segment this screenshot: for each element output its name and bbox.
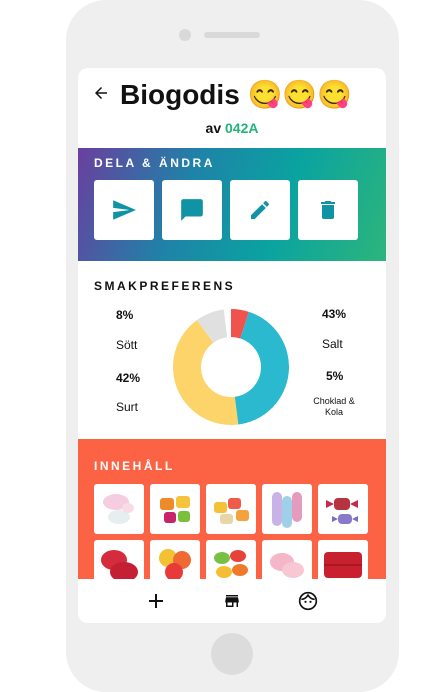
candy-thumbnail[interactable] — [206, 484, 256, 534]
candy-thumbnail[interactable] — [206, 540, 256, 579]
home-button[interactable] — [211, 633, 253, 675]
delete-icon — [321, 201, 335, 219]
share-section-title: DELA & ÄNDRA — [94, 156, 215, 170]
speaker — [204, 32, 260, 38]
app-screen: Biogodis 😋😋😋 av 042A DELA & ÄNDRA SMAKPR… — [78, 68, 386, 623]
candy-thumbnail[interactable] — [94, 484, 144, 534]
author-prefix: av — [205, 120, 222, 136]
content-section: INNEHÅLL — [78, 439, 386, 579]
content-section-title: INNEHÅLL — [94, 459, 175, 473]
camera — [179, 29, 191, 41]
taste-section-title: SMAKPREFERENS — [94, 279, 236, 293]
candy-thumbnail[interactable] — [262, 484, 312, 534]
bottom-nav — [78, 579, 386, 623]
candy-thumbnail[interactable] — [318, 540, 368, 579]
add-icon[interactable] — [144, 589, 168, 613]
send-icon — [113, 200, 136, 220]
candy-thumbnail[interactable] — [262, 540, 312, 579]
candy-thumbnail[interactable] — [318, 484, 368, 534]
share-section: DELA & ÄNDRA — [78, 148, 386, 261]
header: Biogodis 😋😋😋 av 042A — [78, 68, 386, 148]
taste-section: SMAKPREFERENS 8% Sött 42% Surt 43% Salt … — [78, 261, 386, 439]
donut-slice-2 — [173, 320, 239, 425]
back-arrow-icon[interactable] — [92, 84, 110, 107]
comment-button[interactable] — [162, 180, 222, 240]
candy-thumbnail[interactable] — [150, 484, 200, 534]
sour-label: Surt — [116, 400, 139, 414]
edit-button[interactable] — [230, 180, 290, 240]
chocolate-label: Choklad & Kola — [313, 396, 355, 417]
taste-donut-chart — [173, 309, 289, 425]
candy-thumbnail[interactable] — [94, 540, 144, 579]
face-icon[interactable] — [296, 589, 320, 613]
author-line: av 042A — [78, 120, 386, 136]
salt-percent: 43% — [322, 307, 347, 321]
sweet-label: Sött — [116, 338, 138, 352]
sweet-percent: 8% — [116, 308, 134, 322]
salt-label: Salt — [322, 337, 343, 351]
send-button[interactable] — [94, 180, 154, 240]
author-code[interactable]: 042A — [225, 120, 258, 136]
candy-thumbnail[interactable] — [150, 540, 200, 579]
store-icon[interactable] — [220, 589, 244, 613]
comment-icon — [181, 199, 203, 221]
edit-icon — [251, 201, 269, 219]
chocolate-percent: 5% — [326, 369, 344, 383]
candy-grid — [94, 484, 368, 579]
sour-percent: 42% — [116, 371, 141, 385]
page-title: Biogodis 😋😋😋 — [120, 79, 353, 110]
delete-button[interactable] — [298, 180, 358, 240]
